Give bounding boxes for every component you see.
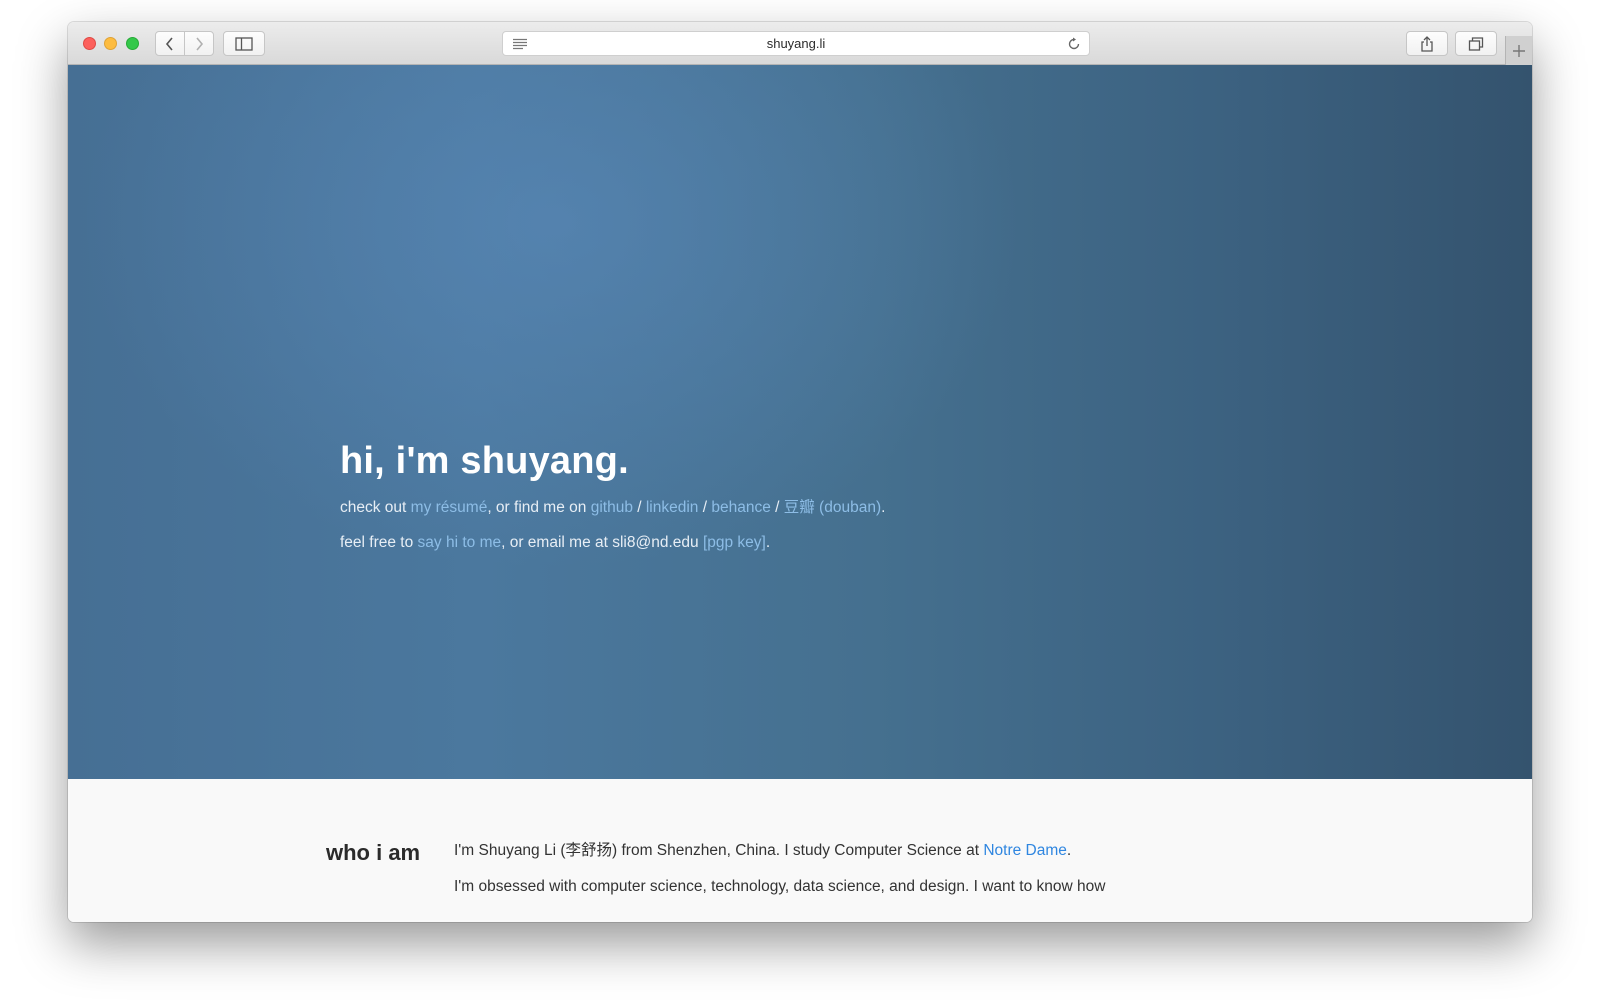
url-text[interactable]: shuyang.li <box>503 36 1089 51</box>
separator: / <box>632 499 646 516</box>
github-link[interactable]: github <box>591 499 633 516</box>
chevron-left-icon <box>165 36 173 51</box>
hero-heading: hi, i'm shuyang. <box>340 440 629 482</box>
browser-toolbar: shuyang.li <box>68 22 1532 65</box>
say-hi-link[interactable]: say hi to me <box>418 534 502 551</box>
chevron-right-icon <box>196 36 204 51</box>
sidebar-icon <box>235 36 253 51</box>
maximize-window-button[interactable] <box>126 37 139 50</box>
hero-section: hi, i'm shuyang. check out my résumé, or… <box>68 65 1532 779</box>
browser-window: shuyang.li hi, i'm shuyang. check out my… <box>68 22 1532 922</box>
minimize-window-button[interactable] <box>104 37 117 50</box>
address-bar[interactable]: shuyang.li <box>502 31 1090 56</box>
hero-content: hi, i'm shuyang. check out my résumé, or… <box>340 440 1240 553</box>
reload-icon[interactable] <box>1067 37 1081 51</box>
sidebar-button[interactable] <box>223 31 265 56</box>
show-tabs-button[interactable] <box>1455 31 1497 56</box>
about-paragraph-1: I'm Shuyang Li (李舒扬) from Shenzhen, Chin… <box>454 841 1134 861</box>
hero-line1-end: . <box>881 499 886 516</box>
plus-icon <box>1513 44 1525 57</box>
back-button[interactable] <box>155 31 185 56</box>
hero-links-line: check out my résumé, or find me on githu… <box>340 498 1240 518</box>
hero-line2-end: . <box>765 534 771 551</box>
about-paragraph-2: I'm obsessed with computer science, tech… <box>454 878 1106 895</box>
forward-button[interactable] <box>184 31 214 56</box>
close-window-button[interactable] <box>83 37 96 50</box>
about-section: who i am I'm Shuyang Li (李舒扬) from Shenz… <box>68 779 1532 922</box>
resume-link[interactable]: my résumé <box>411 499 488 516</box>
new-tab-button[interactable] <box>1505 36 1532 65</box>
section-title: who i am <box>326 840 421 865</box>
share-button[interactable] <box>1406 31 1448 56</box>
separator: / <box>698 499 712 516</box>
about-p1-text: I'm Shuyang Li (李舒扬) from Shenzhen, Chin… <box>454 842 984 859</box>
pgp-key-link[interactable]: [pgp key] <box>703 534 766 551</box>
behance-link[interactable]: behance <box>711 499 770 516</box>
about-p1-end: . <box>1066 842 1072 859</box>
separator: / <box>770 499 784 516</box>
hero-line2-prefix: feel free to <box>340 534 418 551</box>
section-body: I'm Shuyang Li (李舒扬) from Shenzhen, Chin… <box>454 841 1134 913</box>
douban-link[interactable]: 豆瓣 (douban) <box>784 499 881 516</box>
linkedin-link[interactable]: linkedin <box>646 499 699 516</box>
share-icon <box>1421 35 1433 52</box>
tabs-icon <box>1468 36 1484 51</box>
hero-line2-mid: , or email me at sli8@nd.edu <box>501 534 703 551</box>
hero-line1-mid: , or find me on <box>487 499 591 516</box>
notre-dame-link[interactable]: Notre Dame <box>983 842 1067 859</box>
hero-line1-prefix: check out <box>340 499 411 516</box>
hero-contact-line: feel free to say hi to me, or email me a… <box>340 533 1240 553</box>
